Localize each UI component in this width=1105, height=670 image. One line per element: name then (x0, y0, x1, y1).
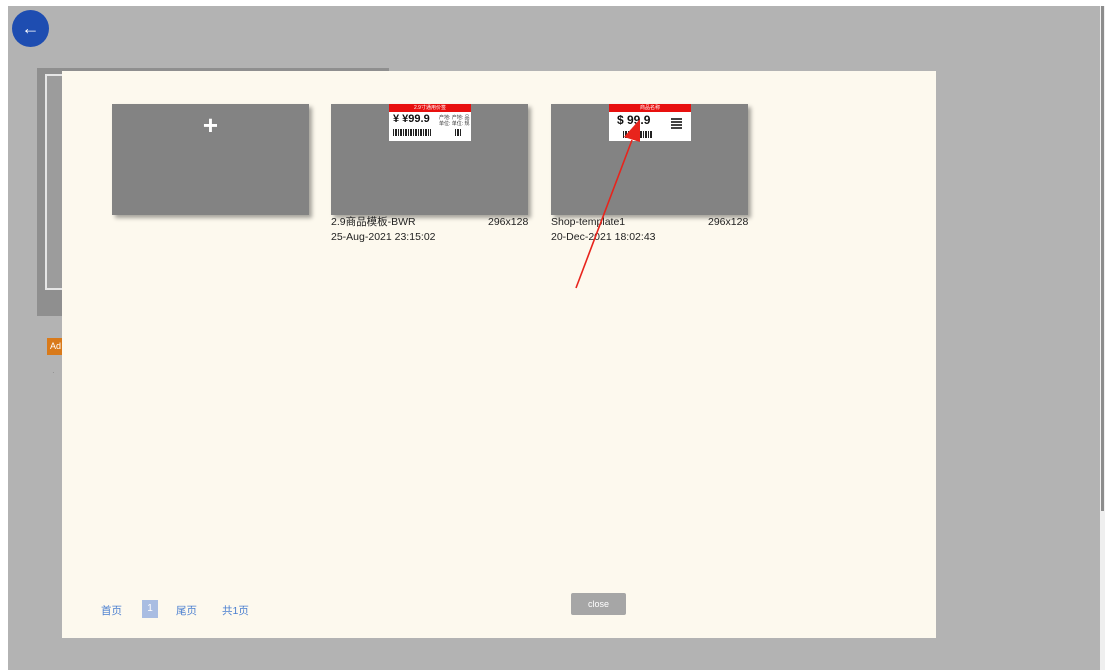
page-count: 共1页 (222, 605, 249, 617)
close-button[interactable]: close (571, 593, 626, 615)
current-page[interactable]: 1 (142, 600, 158, 618)
last-page-link[interactable]: 尾页 (176, 603, 197, 618)
annotation-arrow (575, 119, 640, 289)
first-page-link[interactable]: 首页 (101, 603, 122, 618)
